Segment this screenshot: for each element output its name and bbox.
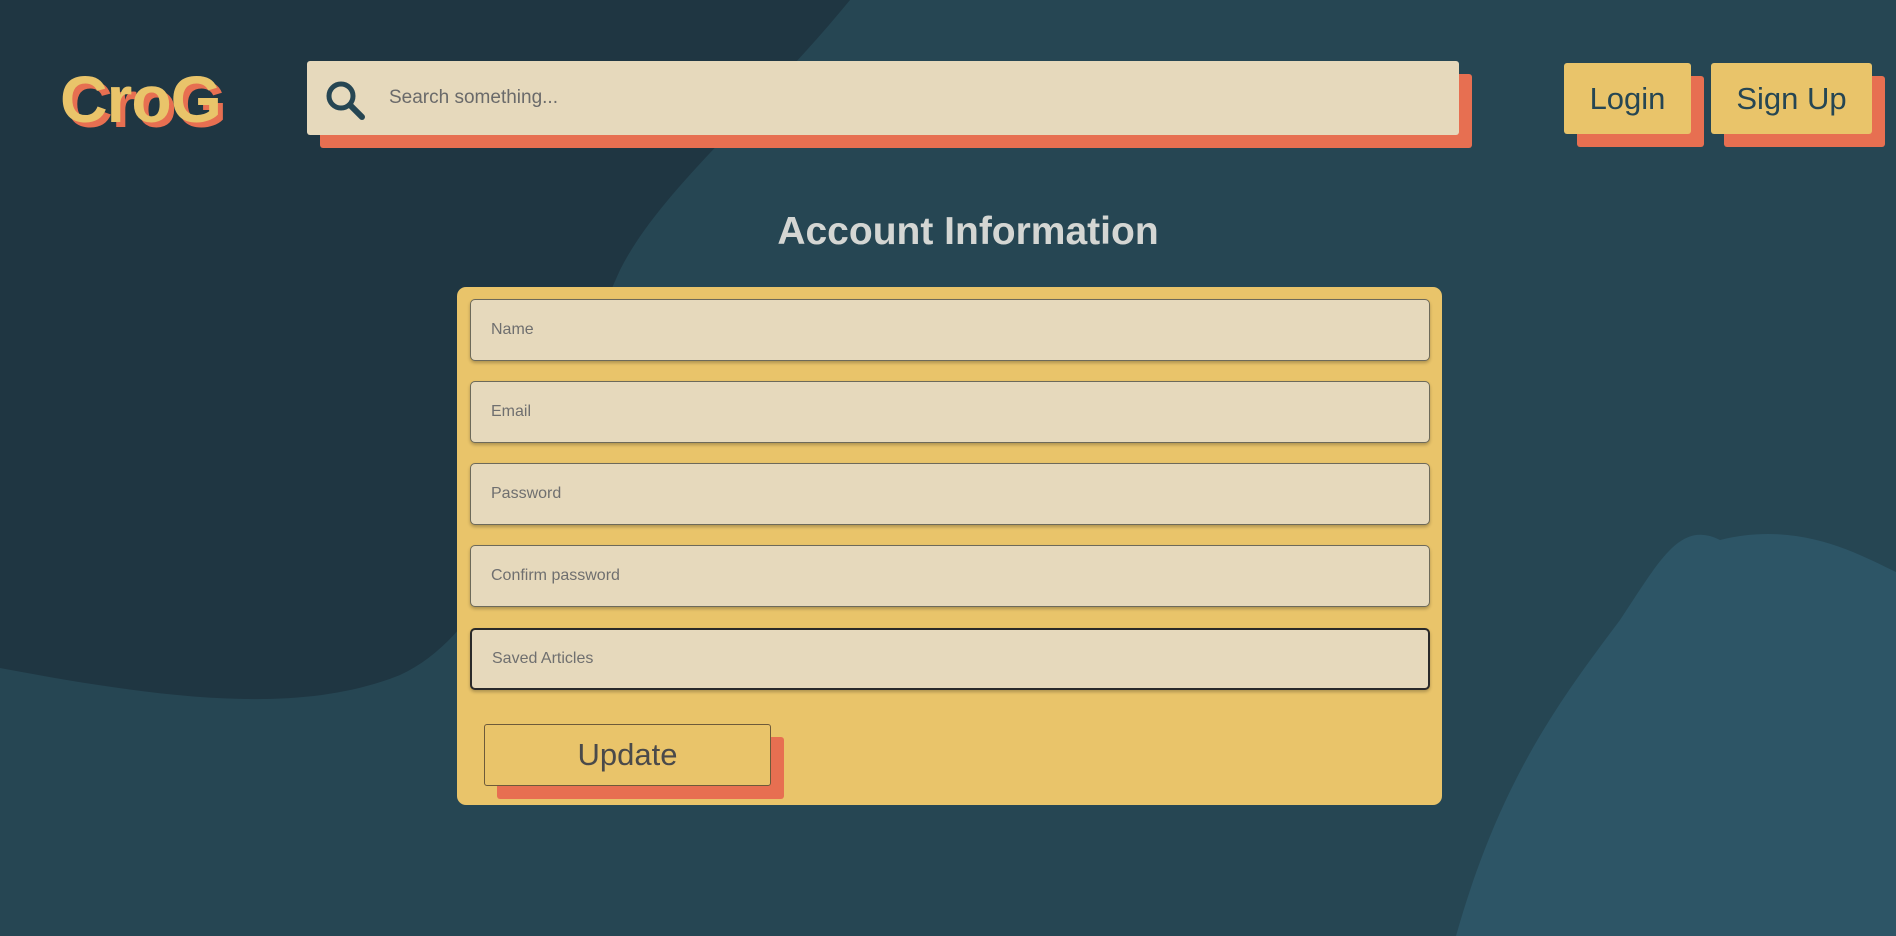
search-input[interactable] bbox=[381, 61, 1441, 135]
search-icon[interactable] bbox=[324, 79, 366, 121]
brand-logo[interactable]: CroG bbox=[60, 64, 222, 134]
login-button[interactable]: Login bbox=[1564, 63, 1691, 134]
account-form: Update bbox=[457, 287, 1442, 805]
signup-button[interactable]: Sign Up bbox=[1711, 63, 1872, 134]
page-title: Account Information bbox=[777, 210, 1159, 253]
password-field[interactable] bbox=[470, 463, 1430, 525]
name-field[interactable] bbox=[470, 299, 1430, 361]
saved-articles-field[interactable] bbox=[470, 628, 1430, 690]
confirm-password-field[interactable] bbox=[470, 545, 1430, 607]
email-field[interactable] bbox=[470, 381, 1430, 443]
search-bar bbox=[307, 61, 1459, 135]
update-button[interactable]: Update bbox=[484, 724, 771, 786]
